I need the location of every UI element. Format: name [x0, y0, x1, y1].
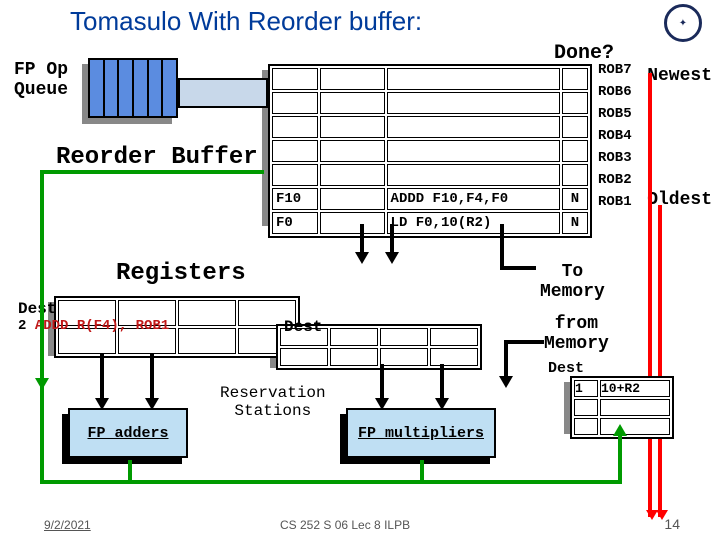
oldest-line	[658, 205, 662, 517]
connector	[504, 340, 508, 380]
cdb-line	[618, 432, 622, 484]
fp-adders-box: FP adders	[68, 408, 188, 458]
connector	[100, 354, 104, 404]
arrow-down-icon	[499, 376, 513, 388]
rob-row-labels: ROB7ROB6 ROB5ROB4 ROB3ROB2 ROB1	[598, 62, 632, 216]
arrow-down-icon	[375, 398, 389, 410]
arrow-down-icon	[145, 398, 159, 410]
oldest-label: Oldest	[647, 190, 712, 210]
arrow-up-icon	[613, 424, 627, 436]
cdb-line	[40, 170, 264, 174]
registers-title: Registers	[116, 260, 246, 287]
university-seal-icon: ✦	[664, 4, 702, 42]
footer-page-number: 14	[664, 516, 680, 532]
arrow-down-icon	[435, 398, 449, 410]
connector	[500, 266, 536, 270]
cdb-line	[40, 480, 620, 484]
dest-label-memory: Dest	[548, 360, 584, 377]
footer-center: CS 252 S 06 Lec 8 ILPB	[280, 518, 410, 532]
connector	[150, 354, 154, 404]
fp-op-queue	[88, 58, 178, 118]
fp-op-queue-bridge	[178, 78, 268, 108]
arrow-down-icon	[355, 252, 369, 264]
fp-op-queue-label: FP Op Queue	[14, 60, 68, 100]
from-memory-label: from Memory	[544, 314, 609, 354]
newest-line	[648, 73, 652, 517]
connector	[390, 224, 394, 254]
arrow-down-icon	[385, 252, 399, 264]
cdb-line	[40, 170, 44, 484]
connector	[360, 224, 364, 254]
reorder-buffer-table: F10ADDD F10,F4,F0N F0LD F0,10(R2)N	[268, 64, 592, 238]
cdb-line	[420, 460, 424, 484]
fp-multipliers-box: FP multipliers	[346, 408, 496, 458]
reorder-buffer-title: Reorder Buffer	[56, 144, 258, 171]
arrow-down-icon	[35, 378, 49, 390]
page-title: Tomasulo With Reorder buffer:	[70, 6, 422, 37]
dest-label-multipliers: Dest	[284, 318, 322, 336]
newest-label: Newest	[647, 66, 712, 86]
connector	[506, 340, 544, 344]
reservation-stations-label: Reservation Stations	[220, 384, 326, 420]
connector	[500, 224, 504, 270]
dest-label-adders: Dest	[18, 300, 56, 318]
footer-date: 9/2/2021	[44, 518, 91, 532]
arrow-down-icon	[95, 398, 109, 410]
to-memory-label: To Memory	[540, 262, 605, 302]
